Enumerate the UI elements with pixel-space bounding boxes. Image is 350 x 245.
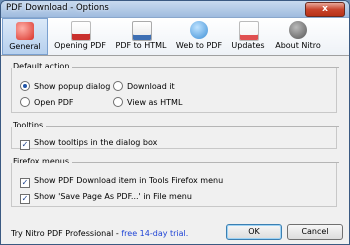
- option-label: Show PDF Download item in Tools Firefox …: [34, 176, 224, 185]
- tab-about-nitro[interactable]: About Nitro: [271, 18, 325, 55]
- general-icon: [16, 22, 34, 40]
- tab-label: Opening PDF: [54, 41, 106, 50]
- tab-opening-pdf[interactable]: Opening PDF: [50, 18, 110, 55]
- checkbox[interactable]: ✓: [20, 178, 30, 188]
- pdf-to-html-icon: [132, 21, 152, 41]
- checkbox-show-tooltips[interactable]: ✓ Show tooltips in the dialog box: [20, 138, 157, 150]
- radio-view-as-html[interactable]: View as HTML: [113, 97, 182, 107]
- tab-label: General: [9, 42, 41, 51]
- tab-label: About Nitro: [275, 41, 321, 50]
- opening-pdf-icon: [71, 21, 91, 41]
- checkbox-tools-menu[interactable]: ✓ Show PDF Download item in Tools Firefox…: [20, 176, 223, 188]
- window-title: PDF Download - Options: [6, 3, 109, 13]
- radio-open-pdf[interactable]: Open PDF: [20, 97, 74, 107]
- option-label: Download it: [127, 82, 175, 91]
- tab-web-to-pdf[interactable]: Web to PDF: [173, 18, 225, 55]
- options-window: PDF Download - Options x General Opening…: [0, 0, 350, 245]
- option-label: Show 'Save Page As PDF...' in File menu: [34, 192, 192, 201]
- radio-button[interactable]: [113, 81, 123, 91]
- radio-button[interactable]: [113, 97, 123, 107]
- nitro-icon: [289, 21, 307, 39]
- tab-updates[interactable]: Updates: [228, 18, 268, 55]
- tab-pdf-to-html[interactable]: PDF to HTML: [113, 18, 169, 55]
- tab-general[interactable]: General: [2, 18, 48, 55]
- radio-download-it[interactable]: Download it: [113, 81, 175, 91]
- checkbox-file-menu[interactable]: ✓ Show 'Save Page As PDF...' in File menu: [20, 192, 192, 204]
- tab-toolbar: General Opening PDF PDF to HTML Web to P…: [1, 18, 349, 56]
- updates-icon: [239, 21, 259, 41]
- trial-link[interactable]: free 14-day trial.: [121, 229, 188, 238]
- tab-label: Web to PDF: [175, 41, 223, 50]
- footer-promo: Try Nitro PDF Professional - free 14-day…: [11, 229, 188, 238]
- tab-label: PDF to HTML: [115, 41, 167, 50]
- title-bar[interactable]: PDF Download - Options x: [1, 1, 349, 18]
- radio-show-popup-dialog[interactable]: Show popup dialog: [20, 81, 110, 91]
- radio-button[interactable]: [20, 97, 30, 107]
- promo-text: Try Nitro PDF Professional -: [11, 229, 122, 238]
- checkbox[interactable]: ✓: [20, 140, 30, 150]
- checkbox[interactable]: ✓: [20, 194, 30, 204]
- ok-button[interactable]: OK: [226, 224, 282, 240]
- close-icon: x: [322, 4, 328, 14]
- option-label: View as HTML: [127, 98, 183, 107]
- close-button[interactable]: x: [305, 2, 345, 17]
- cancel-button[interactable]: Cancel: [287, 224, 343, 240]
- option-label: Show popup dialog: [34, 82, 111, 91]
- option-label: Show tooltips in the dialog box: [34, 138, 158, 147]
- tab-label: Updates: [231, 41, 265, 50]
- web-to-pdf-icon: [190, 21, 208, 39]
- radio-button[interactable]: [20, 81, 30, 91]
- option-label: Open PDF: [34, 98, 74, 107]
